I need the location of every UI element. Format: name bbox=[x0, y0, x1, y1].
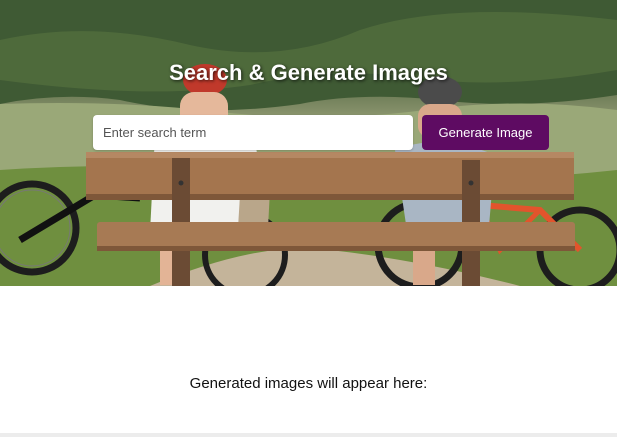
search-bar: Generate Image bbox=[93, 115, 549, 150]
results-placeholder-text: Generated images will appear here: bbox=[189, 375, 428, 392]
hero-banner: Search & Generate Images Generate Image bbox=[0, 0, 617, 286]
page-title: Search & Generate Images bbox=[169, 60, 448, 85]
search-input[interactable] bbox=[93, 115, 413, 150]
generate-image-button[interactable]: Generate Image bbox=[422, 115, 549, 150]
bottom-divider bbox=[0, 433, 617, 437]
